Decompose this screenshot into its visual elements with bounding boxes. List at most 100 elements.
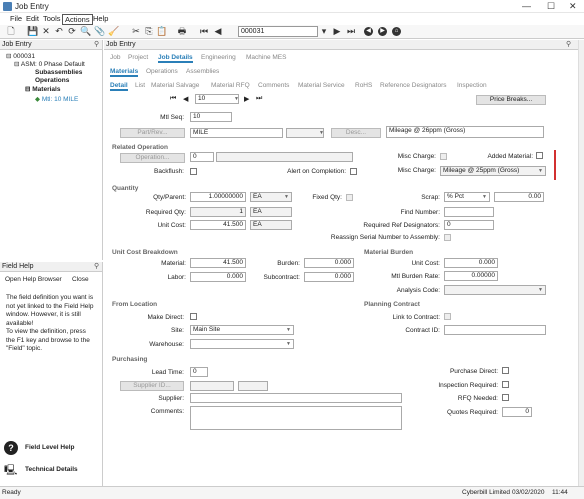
menu-file[interactable]: File — [8, 14, 24, 23]
tree-subassemblies[interactable]: Subassemblies — [35, 69, 82, 76]
tree-asm-node[interactable]: ⊟ ASM: 0 Phase Default — [14, 60, 85, 68]
misc-charge-select[interactable]: Mileage @ 25ppm (Gross) — [440, 166, 546, 176]
right-scrollbar[interactable] — [578, 40, 584, 486]
chevron-down-icon[interactable]: ▼ — [482, 194, 487, 200]
first-record-icon[interactable]: ⏮ — [198, 26, 210, 37]
pin-icon[interactable]: ⚲ — [566, 40, 571, 50]
next-mtl-icon[interactable]: ▶ — [244, 95, 249, 103]
tab-list[interactable]: List — [135, 82, 145, 89]
description-field[interactable]: Mileage @ 26ppm (Gross) — [386, 126, 544, 138]
new-icon[interactable]: 🗋 — [5, 26, 17, 37]
tab-material-salvage[interactable]: Material Salvage — [151, 82, 199, 89]
tab-machine-mes[interactable]: Machine MES — [246, 54, 286, 61]
desc-button[interactable]: Desc... — [331, 128, 381, 138]
tree-job-node[interactable]: ⊟ 000031 — [6, 52, 35, 60]
analysis-code-select[interactable] — [444, 285, 546, 295]
operation-field[interactable]: 0 — [190, 152, 214, 162]
tab-detail[interactable]: Detail — [110, 82, 128, 91]
tab-project[interactable]: Project — [128, 54, 148, 61]
tab-inspection[interactable]: Inspection — [457, 82, 487, 89]
last-mtl-icon[interactable]: ⏭ — [256, 95, 262, 103]
tab-assemblies[interactable]: Assemblies — [186, 68, 219, 75]
dropdown-icon[interactable]: ▾ — [318, 26, 330, 37]
inspection-required-checkbox[interactable] — [502, 381, 509, 388]
scrap-value-field[interactable]: 0.00 — [494, 192, 544, 202]
backflush-checkbox[interactable] — [190, 168, 197, 175]
menu-actions[interactable]: Actions — [62, 14, 93, 25]
chevron-down-icon[interactable]: ▼ — [538, 168, 543, 174]
tab-operations[interactable]: Operations — [146, 68, 178, 75]
pin-icon[interactable]: ⚲ — [94, 262, 99, 272]
maximize-button[interactable]: ☐ — [547, 1, 555, 12]
rfq-needed-checkbox[interactable] — [502, 394, 509, 401]
part-field[interactable]: MILE — [190, 128, 283, 138]
prev-record-icon[interactable]: ◀ — [212, 26, 224, 37]
prev-mtl-icon[interactable]: ◀ — [183, 95, 188, 103]
comments-field[interactable] — [190, 406, 402, 430]
lead-time-field[interactable]: 0 — [190, 367, 208, 377]
site-select[interactable]: Main Site — [190, 325, 294, 335]
close-button[interactable]: ✕ — [569, 1, 577, 12]
tab-material-rfq[interactable]: Material RFQ — [211, 82, 250, 89]
contract-id-field[interactable] — [444, 325, 546, 335]
clear-icon[interactable]: 🧹 — [108, 26, 120, 37]
search-icon[interactable]: 🔍 — [80, 26, 92, 37]
added-material-checkbox[interactable] — [536, 152, 543, 159]
last-record-icon[interactable]: ⏭ — [345, 26, 357, 37]
operation-button[interactable]: Operation... — [120, 153, 185, 163]
minimize-button[interactable]: — — [522, 1, 531, 11]
technical-details-button[interactable]: 🖳 Technical Details — [3, 461, 101, 479]
mtl-seq-field[interactable]: 10 — [190, 112, 232, 122]
unit-cost-field[interactable]: 41.500 — [190, 220, 246, 230]
tab-job-details[interactable]: Job Details — [158, 54, 193, 63]
tab-comments[interactable]: Comments — [258, 82, 289, 89]
pin-icon[interactable]: ⚲ — [94, 40, 99, 50]
copy-icon[interactable]: ⎘ — [143, 26, 155, 37]
back-icon[interactable]: ◀ — [364, 27, 373, 36]
misc-charge-checkbox[interactable] — [440, 153, 447, 160]
chevron-down-icon[interactable]: ▼ — [284, 194, 289, 200]
tree-materials[interactable]: ⊟ Materials — [25, 85, 60, 93]
forward-icon[interactable]: ▶ — [378, 27, 387, 36]
tree-operations[interactable]: Operations — [35, 77, 69, 84]
next-record-icon[interactable]: ▶ — [331, 26, 343, 37]
supplier-id-button[interactable]: Supplier ID... — [120, 381, 184, 391]
attach-icon[interactable]: 📎 — [94, 26, 106, 37]
tree-mtl-node[interactable]: ◆ Mtl: 10 MILE — [35, 95, 78, 103]
tab-job[interactable]: Job — [110, 54, 120, 61]
cut-icon[interactable]: ✂ — [130, 26, 142, 37]
mtl-navigator-select[interactable]: 10 — [195, 94, 239, 104]
paste-icon[interactable]: 📋 — [156, 26, 168, 37]
field-level-help-button[interactable]: ? Field Level Help — [3, 440, 101, 458]
menu-edit[interactable]: Edit — [24, 14, 41, 23]
delete-icon[interactable]: ✕ — [40, 26, 52, 37]
price-breaks-button[interactable]: Price Breaks... — [476, 95, 546, 105]
fixed-qty-checkbox[interactable] — [346, 194, 353, 201]
purchase-direct-checkbox[interactable] — [502, 367, 509, 374]
find-number-field[interactable] — [444, 207, 494, 217]
menu-tools[interactable]: Tools — [41, 14, 63, 23]
first-mtl-icon[interactable]: ⏮ — [170, 95, 176, 103]
reassign-serial-checkbox[interactable] — [444, 234, 451, 241]
chevron-down-icon[interactable]: ▼ — [286, 341, 291, 347]
print-icon[interactable]: 🖶 — [176, 26, 188, 37]
chevron-down-icon[interactable]: ▼ — [286, 327, 291, 333]
qty-parent-field[interactable]: 1.00000000 — [190, 192, 246, 202]
save-icon[interactable]: 💾 — [27, 26, 39, 37]
tab-materials[interactable]: Materials — [110, 68, 139, 77]
warehouse-select[interactable] — [190, 339, 294, 349]
chevron-down-icon[interactable]: ▼ — [319, 130, 324, 136]
home-icon[interactable]: ⌂ — [392, 27, 401, 36]
supplier-extra-field[interactable] — [238, 381, 268, 391]
make-direct-checkbox[interactable] — [190, 313, 197, 320]
tab-material-service[interactable]: Material Service — [298, 82, 345, 89]
chevron-down-icon[interactable]: ▼ — [234, 96, 239, 102]
mtl-burden-rate-field[interactable]: 0.00000 — [444, 271, 498, 281]
tab-rohs[interactable]: RoHS — [355, 82, 372, 89]
close-help-link[interactable]: Close — [72, 276, 89, 283]
link-contract-checkbox[interactable] — [444, 313, 451, 320]
part-rev-button[interactable]: Part/Rev... — [120, 128, 185, 138]
quotes-required-field[interactable]: 0 — [502, 407, 532, 417]
chevron-down-icon[interactable]: ▼ — [538, 287, 543, 293]
tab-reference-designators[interactable]: Reference Designators — [380, 82, 446, 89]
